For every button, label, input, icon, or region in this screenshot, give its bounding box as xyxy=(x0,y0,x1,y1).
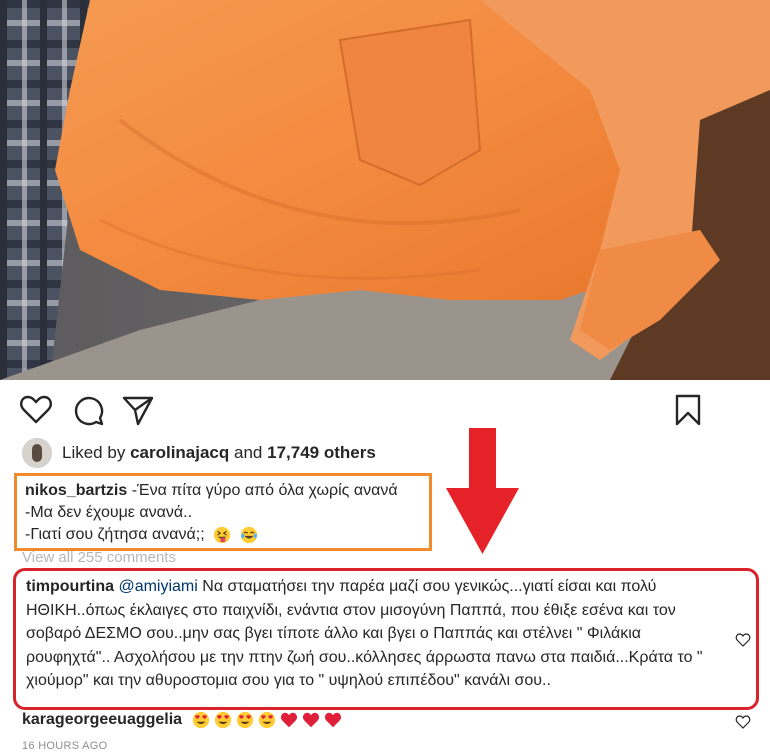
comment-button[interactable] xyxy=(70,392,106,428)
caption-text-2: -Μα δεν έχουμε ανανά.. xyxy=(25,504,193,521)
liked-by-prefix: Liked by xyxy=(62,443,126,462)
post-timestamp: 16 HOURS AGO xyxy=(22,740,108,752)
comment-like-button[interactable] xyxy=(735,632,751,648)
comment-row-2: karageorgeeuaggelia xyxy=(22,711,342,729)
comment-username[interactable]: timpourtina xyxy=(26,578,114,595)
share-icon xyxy=(122,396,154,426)
liked-by-and: and xyxy=(234,443,263,462)
bookmark-icon xyxy=(675,394,701,426)
liker-avatar[interactable] xyxy=(22,438,52,468)
heart-icon xyxy=(20,395,52,424)
comment-2-like-button[interactable] xyxy=(735,714,751,730)
caption-line-3: -Γιατί σου ζήτησα ανανά;; xyxy=(25,524,421,546)
likes-count[interactable]: 17,749 others xyxy=(267,443,376,463)
squinting-tongue-emoji-icon xyxy=(213,526,231,543)
tears-of-joy-emoji-icon xyxy=(240,526,257,543)
red-arrow-annotation xyxy=(446,428,519,554)
comment-2-username[interactable]: karageorgeeuaggelia xyxy=(22,711,182,729)
liked-by-user[interactable]: carolinajacq xyxy=(130,443,229,463)
heart-eyes-emoji-icon xyxy=(192,711,210,729)
post-actions xyxy=(18,392,738,432)
heart-icon xyxy=(735,633,751,647)
post-image[interactable] xyxy=(0,0,770,380)
comment-2-emojis xyxy=(188,711,342,729)
view-all-comments-link[interactable]: View all 255 comments xyxy=(22,549,176,566)
heart-eyes-emoji-icon xyxy=(258,711,276,729)
caption-username[interactable]: nikos_bartzis xyxy=(25,482,127,499)
caption-line-1: nikos_bartzis -Ένα πίτα γύρο από όλα χωρ… xyxy=(25,480,421,502)
comment-mention[interactable]: @amiyiami xyxy=(118,578,197,595)
red-heart-emoji-icon xyxy=(325,712,342,728)
heart-eyes-emoji-icon xyxy=(236,711,254,729)
comment-highlight: timpourtina @amiyiami Να σταματήσει την … xyxy=(13,568,759,710)
post-photo-illustration xyxy=(0,0,770,380)
liked-by-row: Liked by carolinajacq and 17,749 others xyxy=(22,438,376,468)
caption-highlight: nikos_bartzis -Ένα πίτα γύρο από όλα χωρ… xyxy=(14,473,432,551)
like-button[interactable] xyxy=(18,392,54,428)
heart-icon xyxy=(735,715,751,729)
share-button[interactable] xyxy=(120,392,156,428)
caption-text-1: -Ένα πίτα γύρο από όλα χωρίς ανανά xyxy=(131,482,398,499)
comment-icon xyxy=(74,396,104,426)
heart-eyes-emoji-icon xyxy=(214,711,232,729)
save-button[interactable] xyxy=(670,392,706,428)
caption-text-3: -Γιατί σου ζήτησα ανανά;; xyxy=(25,526,205,543)
red-heart-emoji-icon xyxy=(281,712,298,728)
red-heart-emoji-icon xyxy=(303,712,320,728)
